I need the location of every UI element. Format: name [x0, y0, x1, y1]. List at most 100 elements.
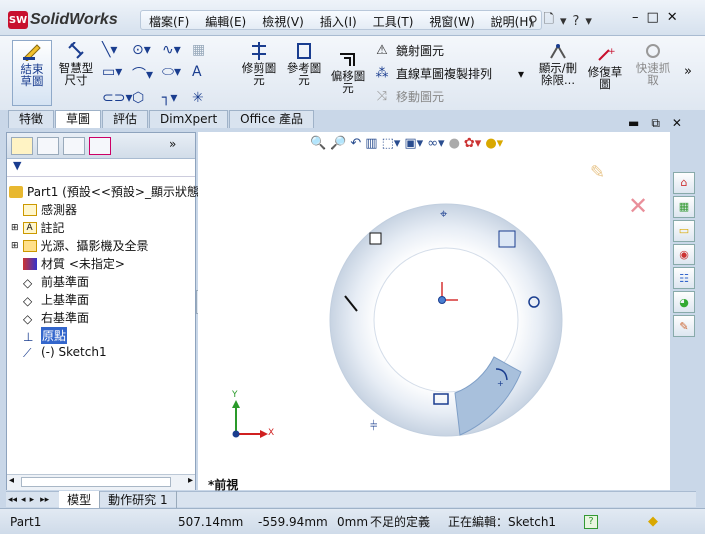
doc-restore-icon[interactable]: ⧉ — [651, 116, 660, 131]
scroll-right-icon[interactable]: ▸ — [188, 475, 193, 486]
tab-model[interactable]: 模型 — [59, 491, 101, 508]
zoom-to-fit-icon[interactable]: 🔍 — [310, 136, 326, 151]
move-entities-button[interactable]: ⤨ 移動圖元 — [374, 88, 524, 105]
hide-show-items-icon[interactable]: ∞▾ — [427, 136, 444, 151]
convert-entities-button[interactable]: 參考圖 元 — [283, 42, 325, 102]
dropdown-icon[interactable]: ▾ — [560, 14, 567, 29]
tab-evaluate[interactable]: 評估 — [102, 110, 149, 128]
offset-entities-button[interactable]: 偏移圖 元 — [328, 50, 368, 106]
status-help-icon[interactable]: ? — [584, 514, 598, 529]
quick-snaps-button[interactable]: 快速抓 取 — [630, 42, 676, 102]
polygon-icon[interactable]: ⬡ — [132, 90, 162, 106]
tree-item-origin[interactable]: ⊥ 原點 — [23, 327, 68, 344]
feature-manager-tab-icon[interactable] — [11, 137, 33, 155]
sketch-origin-icon[interactable] — [438, 296, 446, 304]
exit-sketch-button[interactable]: 結束 草圖 — [12, 40, 52, 106]
tab-motion-study-1[interactable]: 動作研究 1 — [100, 491, 177, 508]
dropdown-icon[interactable]: ▾ — [585, 14, 592, 29]
tree-item-right-plane[interactable]: ◇ 右基準面 — [23, 309, 89, 326]
menu-edit[interactable]: 編輯(E) — [197, 11, 254, 29]
tree-item-material[interactable]: 材質 <未指定> — [23, 255, 125, 272]
point-icon[interactable]: ✳ — [192, 90, 222, 106]
next-tab-icon[interactable]: ▸ — [28, 495, 37, 505]
menu-insert[interactable]: 插入(I) — [312, 11, 365, 29]
view-orientation-icon[interactable]: ⬚▾ — [382, 136, 401, 151]
previous-view-icon[interactable]: ↶ — [350, 136, 361, 151]
rectangle-icon[interactable]: ▭▾ — [102, 64, 132, 84]
scroll-thumb[interactable] — [21, 477, 171, 487]
tab-office-products[interactable]: Office 產品 — [229, 110, 315, 128]
text-icon[interactable]: A — [192, 64, 222, 84]
custom-properties-icon[interactable]: ✎ — [673, 315, 695, 338]
display-delete-relations-button[interactable]: 顯示/刪 除限... — [534, 42, 582, 102]
zoom-to-area-icon[interactable]: 🔎 — [330, 136, 346, 151]
scroll-left-icon[interactable]: ◂ — [9, 475, 14, 486]
gesture-convert-icon[interactable] — [369, 232, 382, 245]
trim-entities-button[interactable]: 修剪圖 元 — [238, 42, 280, 102]
section-view-icon[interactable]: ▥ — [365, 136, 377, 151]
close-icon[interactable]: ✕ — [667, 10, 678, 25]
doc-minimize-icon[interactable]: ▬ — [628, 116, 639, 131]
ellipse-icon[interactable]: ⬭▾ — [162, 64, 192, 84]
tree-item-top-plane[interactable]: ◇ 上基準面 — [23, 291, 89, 308]
display-style-icon[interactable]: ▣▾ — [404, 136, 423, 151]
doc-close-icon[interactable]: ✕ — [672, 116, 682, 131]
arc-icon[interactable]: ⌒▾ — [132, 64, 162, 84]
design-library-icon[interactable]: ▦ — [673, 195, 695, 218]
ribbon-more-icon[interactable]: » — [684, 64, 692, 79]
line-icon[interactable]: ╲▾ — [102, 42, 132, 58]
menu-file[interactable]: 檔案(F) — [141, 11, 197, 29]
expand-icon[interactable]: ⊞ — [11, 241, 19, 251]
filter-icon[interactable]: ▼ — [7, 159, 195, 177]
fillet-icon[interactable]: ┐▾ — [162, 90, 192, 106]
graphics-area[interactable]: 🔍 🔎 ↶ ▥ ⬚▾ ▣▾ ∞▾ ● ✿▾ ●▾ ✎ ✕ ⌖ ⫩ + Y X *… — [198, 132, 670, 492]
tree-item-sensors[interactable]: 感測器 — [23, 201, 77, 218]
property-manager-tab-icon[interactable] — [37, 137, 59, 155]
menu-tools[interactable]: 工具(T) — [365, 11, 422, 29]
file-explorer-icon[interactable]: ▭ — [673, 219, 695, 242]
status-tag-icon[interactable]: ◆ — [648, 514, 658, 529]
tab-sketch[interactable]: 草圖 — [55, 110, 102, 128]
mirror-entities-button[interactable]: ⚠ 鏡射圖元 — [374, 42, 524, 59]
tree-item-sketch1[interactable]: ⟋ (-) Sketch1 — [23, 345, 107, 360]
last-tab-icon[interactable]: ▸▸ — [36, 495, 53, 505]
gesture-trim-icon[interactable]: ⫩ — [370, 419, 377, 434]
menu-view[interactable]: 檢視(V) — [254, 11, 312, 29]
repair-sketch-button[interactable]: + 修復草 圖 — [584, 46, 626, 102]
help-icon[interactable]: ? — [573, 14, 580, 29]
tree-item-lights[interactable]: ⊞ 光源、攝影機及全景 — [11, 237, 149, 254]
gesture-exit-sketch-icon[interactable] — [498, 230, 516, 248]
minimize-icon[interactable]: – — [632, 10, 639, 25]
edit-appearance-icon[interactable]: ● — [449, 136, 460, 151]
tab-dimxpert[interactable]: DimXpert — [149, 110, 229, 128]
tree-root[interactable]: Part1 (預設<<預設>_顯示狀態 — [9, 183, 199, 200]
circle-icon[interactable]: ⊙▾ — [132, 42, 162, 58]
dimxpert-manager-tab-icon[interactable] — [89, 137, 111, 155]
menu-window[interactable]: 視窗(W) — [421, 11, 482, 29]
appearances-icon[interactable]: ◕ — [673, 291, 695, 314]
maximize-icon[interactable]: □ — [647, 10, 659, 25]
configuration-manager-tab-icon[interactable] — [63, 137, 85, 155]
search-results-icon[interactable]: ☷ — [673, 267, 695, 290]
confirm-corner-cancel-icon[interactable]: ✕ — [628, 192, 648, 220]
construction-geometry-icon[interactable]: ▦ — [192, 42, 222, 58]
confirm-corner-sketch-icon[interactable]: ✎ — [590, 162, 605, 183]
linear-pattern-button[interactable]: ⁂ 直線草圖複製排列 ▾ — [374, 65, 525, 82]
gesture-smart-dimension-icon[interactable]: ⌖ — [440, 207, 448, 222]
home-icon[interactable]: ⌂ — [673, 172, 695, 194]
dropdown-icon[interactable]: ▾ — [518, 67, 524, 81]
smart-dimension-button[interactable]: 智慧型 尺寸 — [56, 42, 96, 102]
pin-icon[interactable]: ⚲ — [528, 14, 538, 29]
slot-icon[interactable]: ⊂⊃▾ — [102, 90, 133, 106]
spline-icon[interactable]: ∿▾ — [162, 42, 192, 58]
prev-tab-icon[interactable]: ◂ — [19, 495, 28, 505]
view-settings-icon[interactable]: ●▾ — [485, 136, 503, 151]
tab-features[interactable]: 特徵 — [8, 110, 55, 128]
first-tab-icon[interactable]: ◂◂ — [6, 495, 19, 505]
expand-pane-icon[interactable]: » — [169, 137, 191, 155]
view-palette-icon[interactable]: ◉ — [673, 243, 695, 266]
tree-item-front-plane[interactable]: ◇ 前基準面 — [23, 273, 89, 290]
tree-item-annotations[interactable]: ⊞ A 註記 — [11, 219, 65, 236]
horizontal-scrollbar[interactable]: ◂ ▸ — [7, 474, 195, 490]
new-document-icon[interactable]: 🗋 — [544, 10, 554, 32]
